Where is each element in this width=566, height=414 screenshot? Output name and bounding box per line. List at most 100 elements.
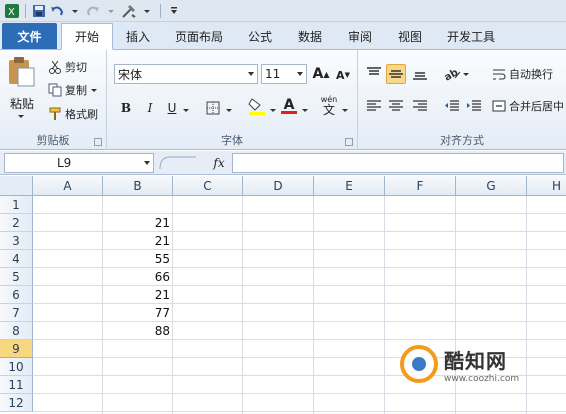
column-header-d[interactable]: D <box>243 176 314 196</box>
middle-align-button[interactable] <box>386 64 406 84</box>
redo-dropdown-icon[interactable] <box>103 3 119 19</box>
fill-color-button[interactable] <box>247 96 267 116</box>
shrink-font-button[interactable]: A ▼ <box>333 65 353 85</box>
column-header-b[interactable]: B <box>103 176 173 196</box>
cell-b4[interactable]: 55 <box>103 250 173 268</box>
increase-indent-button[interactable] <box>464 96 484 116</box>
paste-button[interactable]: 粘贴 <box>6 56 38 128</box>
tools-dropdown-icon[interactable] <box>139 3 155 19</box>
decrease-indent-button[interactable] <box>442 96 462 116</box>
undo-dropdown-icon[interactable] <box>67 3 83 19</box>
align-left-button[interactable] <box>364 96 384 116</box>
underline-button[interactable]: U <box>162 98 182 118</box>
cell-b3[interactable]: 21 <box>103 232 173 250</box>
row-header-11[interactable]: 11 <box>0 376 33 394</box>
font-group: 宋体 11 A ▲ A ▼ B I U A wén 文 字体 <box>107 50 358 150</box>
tab-review[interactable]: 审阅 <box>335 23 385 49</box>
cut-button[interactable]: 剪切 <box>48 59 87 75</box>
row-header-7[interactable]: 7 <box>0 304 33 322</box>
font-size-value: 11 <box>265 67 281 81</box>
cell-b2[interactable]: 21 <box>103 214 173 232</box>
tab-formulas[interactable]: 公式 <box>235 23 285 49</box>
orientation-button[interactable]: ab <box>442 64 462 84</box>
font-color-swatch <box>281 110 297 114</box>
watermark-text: 酷知网 www.coozhi.com <box>444 345 519 384</box>
row-header-1[interactable]: 1 <box>0 196 33 214</box>
insert-function-button[interactable]: fx <box>208 153 230 173</box>
row-header-4[interactable]: 4 <box>0 250 33 268</box>
row-header-3[interactable]: 3 <box>0 232 33 250</box>
decrease-indent-icon <box>445 100 459 111</box>
phonetic-guide-button[interactable]: wén 文 <box>319 95 339 117</box>
font-name-combo[interactable]: 宋体 <box>114 64 258 84</box>
row-header-10[interactable]: 10 <box>0 358 33 376</box>
tab-data[interactable]: 数据 <box>285 23 335 49</box>
wrap-text-label: 自动换行 <box>509 68 553 81</box>
underline-dropdown-icon[interactable] <box>182 106 190 114</box>
column-header-e[interactable]: E <box>314 176 385 196</box>
watermark: 酷知网 www.coozhi.com <box>400 338 560 390</box>
merge-center-icon <box>492 100 506 112</box>
borders-button[interactable] <box>203 98 223 118</box>
formula-input[interactable] <box>232 153 564 173</box>
save-icon[interactable] <box>31 3 47 19</box>
row-header-9[interactable]: 9 <box>0 340 33 358</box>
borders-icon <box>206 101 220 115</box>
tab-page-layout[interactable]: 页面布局 <box>163 23 235 49</box>
column-header-a[interactable]: A <box>33 176 103 196</box>
font-dialog-launcher[interactable] <box>345 138 353 146</box>
font-color-dropdown-icon[interactable] <box>301 106 309 114</box>
tab-insert[interactable]: 插入 <box>113 23 163 49</box>
column-header-c[interactable]: C <box>173 176 243 196</box>
italic-button[interactable]: I <box>140 98 160 118</box>
wrap-text-button[interactable]: 自动换行 <box>492 66 553 82</box>
phonetic-dropdown-icon[interactable] <box>341 106 349 114</box>
row-header-8[interactable]: 8 <box>0 322 33 340</box>
row-header-2[interactable]: 2 <box>0 214 33 232</box>
cell-b5[interactable]: 66 <box>103 268 173 286</box>
bottom-align-button[interactable] <box>410 64 430 84</box>
select-all-corner[interactable] <box>0 176 33 196</box>
customize-qat-icon[interactable] <box>166 3 182 19</box>
undo-icon[interactable] <box>49 3 65 19</box>
tab-view[interactable]: 视图 <box>385 23 435 49</box>
align-right-icon <box>413 100 427 111</box>
row-header-5[interactable]: 5 <box>0 268 33 286</box>
align-right-button[interactable] <box>410 96 430 116</box>
tab-home[interactable]: 开始 <box>61 23 113 50</box>
increase-indent-icon <box>467 100 481 111</box>
copy-label: 复制 <box>65 84 87 97</box>
column-header-g[interactable]: G <box>456 176 527 196</box>
fill-color-dropdown-icon[interactable] <box>269 106 277 114</box>
redo-icon[interactable] <box>85 3 101 19</box>
qat-separator <box>160 3 161 18</box>
coozhi-logo-icon <box>400 345 438 383</box>
top-align-button[interactable] <box>364 64 384 84</box>
borders-dropdown-icon[interactable] <box>225 106 233 114</box>
tab-file[interactable]: 文件 <box>2 23 57 49</box>
align-center-button[interactable] <box>386 96 406 116</box>
tools-icon[interactable] <box>121 3 137 19</box>
formula-bar-resize-handle-icon[interactable] <box>158 155 198 171</box>
cell-b6[interactable]: 21 <box>103 286 173 304</box>
column-header-f[interactable]: F <box>385 176 456 196</box>
font-color-button[interactable]: A <box>279 96 299 116</box>
merge-center-button[interactable]: 合并后居中 <box>492 98 564 114</box>
cell-b8[interactable]: 88 <box>103 322 173 340</box>
clipboard-dialog-launcher[interactable] <box>94 138 102 146</box>
font-size-combo[interactable]: 11 <box>261 64 307 84</box>
cell-b7[interactable]: 77 <box>103 304 173 322</box>
column-header-h[interactable]: H <box>527 176 566 196</box>
excel-logo-icon: X <box>4 3 20 19</box>
tab-developer[interactable]: 开发工具 <box>435 23 507 49</box>
row-header-12[interactable]: 12 <box>0 394 33 412</box>
grid-hline <box>33 393 566 394</box>
bold-button[interactable]: B <box>116 98 136 118</box>
orientation-dropdown-icon[interactable] <box>462 70 470 78</box>
grow-font-button[interactable]: A ▲ <box>311 64 331 84</box>
format-painter-button[interactable]: 格式刷 <box>48 106 98 122</box>
phonetic-char: 文 <box>322 103 335 117</box>
row-header-6[interactable]: 6 <box>0 286 33 304</box>
name-box[interactable]: L9 <box>4 153 154 173</box>
copy-button[interactable]: 复制 <box>48 82 98 98</box>
